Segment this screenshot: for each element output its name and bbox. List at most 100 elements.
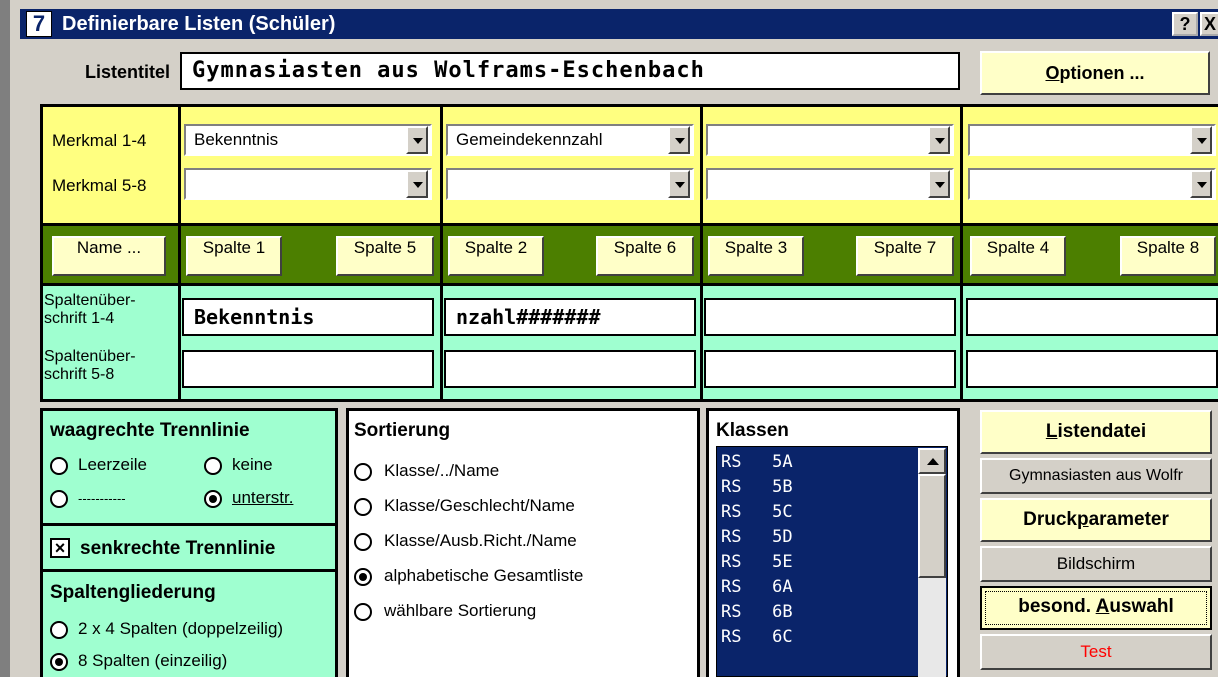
close-button[interactable]: X	[1200, 12, 1218, 36]
help-button[interactable]: ?	[1172, 12, 1198, 36]
klassen-listbox[interactable]: RS 5A RS 5B RS 5C RS 5D RS 5E RS 6A RS 6…	[716, 446, 948, 677]
list-item[interactable]: RS 5E	[717, 550, 947, 575]
scroll-thumb[interactable]	[918, 474, 946, 578]
merkmal-7-select[interactable]	[706, 168, 954, 200]
sort-option-label: Klasse/../Name	[384, 461, 500, 480]
chevron-down-icon[interactable]	[1190, 126, 1212, 154]
chevron-down-icon[interactable]	[668, 126, 690, 154]
radio-leerzeile[interactable]	[50, 457, 68, 475]
radio-sort-ausb-richt[interactable]	[354, 533, 372, 551]
test-button[interactable]: Test	[980, 634, 1212, 670]
radio-sort-waehlbar[interactable]	[354, 603, 372, 621]
ueberschrift-1-input[interactable]: Bekenntnis	[182, 298, 434, 336]
listentitel-label: Listentitel	[84, 62, 170, 82]
divider	[960, 286, 963, 402]
ueberschrift-4-input[interactable]	[966, 298, 1218, 336]
druckparameter-button[interactable]: Druckparameter	[980, 498, 1212, 542]
optionen-button[interactable]: Optionen ...	[980, 51, 1210, 95]
sort-option-label: wählbare Sortierung	[384, 601, 537, 620]
divider	[178, 286, 181, 402]
spalte-2-button[interactable]: Spalte 2	[448, 236, 544, 276]
label-line: Spaltenüber-	[44, 348, 136, 365]
radio-unterstr[interactable]	[204, 490, 222, 508]
leerzeile-label: Leerzeile	[78, 455, 147, 474]
listendatei-value[interactable]: Gymnasiasten aus Wolfr	[980, 458, 1212, 494]
radio-sort-alphabetisch[interactable]	[354, 568, 372, 586]
sort-option-label: Klasse/Geschlecht/Name	[384, 496, 575, 515]
name-button[interactable]: Name ...	[52, 236, 166, 276]
list-item[interactable]: RS 5B	[717, 475, 947, 500]
label-line: schrift 5-8	[44, 366, 115, 383]
radio-dashes[interactable]	[50, 490, 68, 508]
merkmal-5-select[interactable]	[184, 168, 432, 200]
radio-8-spalten[interactable]	[50, 653, 68, 671]
ueberschrift-6-input[interactable]	[444, 350, 696, 388]
ueberschrift-8-input[interactable]	[966, 350, 1218, 388]
app-icon: 7	[26, 11, 52, 37]
unterstr-label: unterstr.	[232, 488, 294, 507]
label-line: Spaltenüber-	[44, 292, 136, 309]
merkmal-1-select[interactable]: Bekenntnis	[184, 124, 432, 156]
merkmal-6-select[interactable]	[446, 168, 694, 200]
spalte-8-button[interactable]: Spalte 8	[1120, 236, 1216, 276]
chevron-down-icon[interactable]	[406, 126, 428, 154]
dashes-label: -----------	[78, 491, 126, 506]
listendatei-label: istendatei	[1057, 421, 1147, 442]
ueberschrift-7-input[interactable]	[704, 350, 956, 388]
spalte-7-button[interactable]: Spalte 7	[856, 236, 954, 276]
chevron-down-icon[interactable]	[1190, 170, 1212, 198]
radio-2x4-spalten[interactable]	[50, 621, 68, 639]
merkmal-2-select[interactable]: Gemeindekennzahl	[446, 124, 694, 156]
sort-option-label: alphabetische Gesamtliste	[384, 566, 584, 585]
sortierung-title: Sortierung	[354, 420, 451, 441]
chevron-down-icon[interactable]	[928, 126, 950, 154]
spalte-5-button[interactable]: Spalte 5	[336, 236, 434, 276]
list-item[interactable]: RS 6A	[717, 575, 947, 600]
trennlinie-title: waagrechte Trennlinie	[50, 420, 250, 441]
left-edge	[0, 0, 10, 677]
merkmal-3-select[interactable]	[706, 124, 954, 156]
radio-sort-klasse-name[interactable]	[354, 463, 372, 481]
druck-label: Druck	[1023, 509, 1077, 530]
optionen-hotkey: O	[1045, 63, 1060, 83]
divider	[700, 286, 703, 402]
list-item[interactable]: RS 6C	[717, 625, 947, 650]
sort-option-label: Klasse/Ausb.Richt./Name	[384, 531, 577, 550]
besond-auswahl-button[interactable]: besond. Auswahl	[980, 586, 1212, 630]
keine-label: keine	[232, 455, 273, 474]
chevron-down-icon[interactable]	[406, 170, 428, 198]
option-2x4-label: 2 x 4 Spalten (doppelzeilig)	[78, 619, 284, 638]
merkmal-8-select[interactable]	[968, 168, 1216, 200]
klassen-title: Klassen	[716, 420, 789, 441]
listentitel-input[interactable]: Gymnasiasten aus Wolframs-Eschenbach	[180, 52, 960, 90]
radio-keine[interactable]	[204, 457, 222, 475]
scroll-up-icon[interactable]	[918, 448, 946, 474]
bildschirm-button[interactable]: Bildschirm	[980, 546, 1212, 582]
spalte-4-button[interactable]: Spalte 4	[970, 236, 1066, 276]
optionen-label: ptionen ...	[1059, 63, 1145, 83]
spalte-1-button[interactable]: Spalte 1	[186, 236, 282, 276]
listendatei-button[interactable]: Listendatei	[980, 410, 1212, 454]
list-item[interactable]: RS 5A	[717, 450, 947, 475]
ueberschrift-5-input[interactable]	[182, 350, 434, 388]
spaltenueberschrift-1-4-label: Spaltenüber-schrift 1-4	[44, 292, 136, 328]
radio-sort-geschlecht[interactable]	[354, 498, 372, 516]
chevron-down-icon[interactable]	[668, 170, 690, 198]
senkrechte-label: senkrechte Trennlinie	[80, 538, 276, 559]
spaltenueberschrift-5-8-label: Spaltenüber-schrift 5-8	[44, 348, 136, 384]
option-8-label: 8 Spalten (einzeilig)	[78, 651, 228, 670]
ueberschrift-2-input[interactable]: nzahl#######	[444, 298, 696, 336]
label-line: schrift 1-4	[44, 310, 115, 327]
list-item[interactable]: RS 5C	[717, 500, 947, 525]
ueberschrift-3-input[interactable]	[704, 298, 956, 336]
merkmal-4-select[interactable]	[968, 124, 1216, 156]
list-item[interactable]: RS 5D	[717, 525, 947, 550]
senkrechte-checkbox[interactable]: ×	[50, 538, 70, 558]
parameter-label: arameter	[1088, 509, 1169, 530]
merkmal-area	[40, 104, 1218, 226]
spalte-6-button[interactable]: Spalte 6	[596, 236, 694, 276]
divider	[178, 226, 181, 286]
chevron-down-icon[interactable]	[928, 170, 950, 198]
list-item[interactable]: RS 6B	[717, 600, 947, 625]
spalte-3-button[interactable]: Spalte 3	[708, 236, 804, 276]
